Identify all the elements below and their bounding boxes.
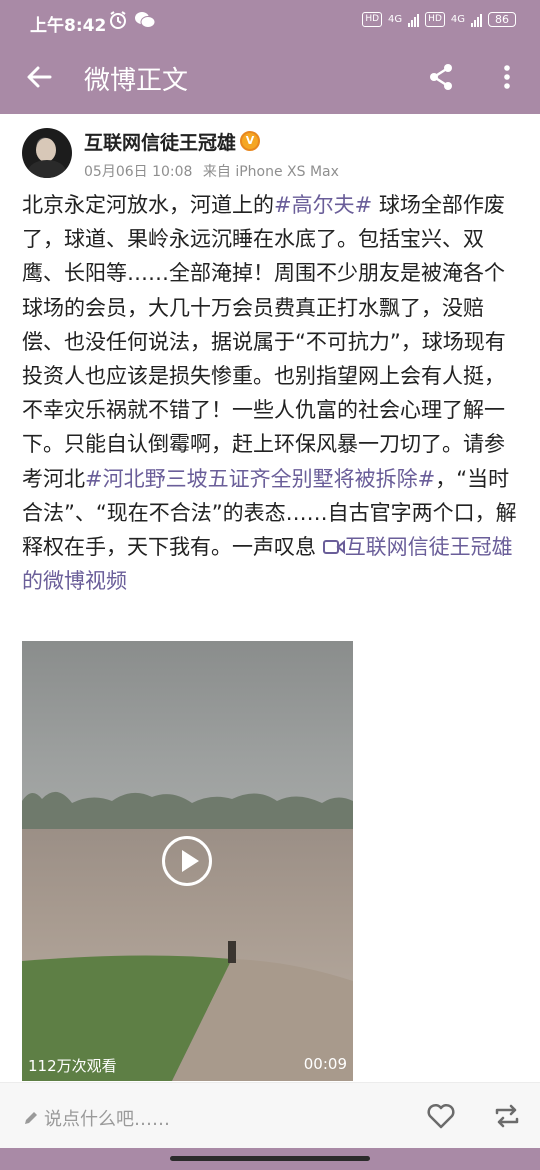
page-title: 微博正文 xyxy=(84,66,189,96)
home-indicator[interactable] xyxy=(170,1156,370,1161)
wechat-icon xyxy=(135,12,156,28)
comment-placeholder: 说点什么吧…… xyxy=(44,1109,170,1130)
bottom-bar: 说点什么吧…… xyxy=(0,1082,540,1149)
post-text: 北京永定河放水，河道上的#高尔夫# 球场全部作废了，球道、果岭永远沉睡在水底了。… xyxy=(22,188,522,598)
back-arrow-icon[interactable] xyxy=(24,62,54,92)
post-meta: 05月06日 10:08 来自 iPhone XS Max xyxy=(84,161,339,181)
network-label: 4G xyxy=(388,14,403,25)
signal-icon xyxy=(471,13,482,27)
hashtag-link[interactable]: #高尔夫# xyxy=(274,193,372,217)
post-date: 05月06日 10:08 xyxy=(84,164,193,180)
battery-icon: 86 xyxy=(488,12,516,27)
post-text-part: 球场全部作废了，球道、果岭永远沉睡在水底了。包括宝兴、双鹰、长阳等……全部淹掉！… xyxy=(22,193,506,491)
more-menu-icon[interactable] xyxy=(492,62,522,92)
hashtag-link[interactable]: #河北野三坡五证齐全别墅将被拆除# xyxy=(85,467,435,491)
system-nav-bar xyxy=(0,1148,540,1170)
post-text-part: 北京永定河放水，河道上的 xyxy=(22,193,274,217)
repost-icon[interactable] xyxy=(492,1101,522,1131)
hd-indicator: HD xyxy=(425,12,445,27)
video-duration: 00:09 xyxy=(303,1055,347,1073)
signal-icon xyxy=(408,13,420,27)
username[interactable]: 互联网信徒王冠雄 xyxy=(84,128,236,155)
avatar[interactable] xyxy=(22,128,72,178)
video-views: 112万次观看 xyxy=(28,1057,117,1075)
video-link-icon xyxy=(322,539,345,555)
play-icon[interactable] xyxy=(162,836,212,886)
app-bar: 微博正文 xyxy=(0,44,540,114)
status-bar: 上午8:42 HD 4G HD 4G 86 xyxy=(0,0,540,44)
network-label: 4G xyxy=(450,14,465,25)
verified-badge-icon: V xyxy=(240,131,260,151)
hd-indicator: HD xyxy=(362,12,383,27)
share-icon[interactable] xyxy=(426,62,456,92)
status-time: 上午8:42 xyxy=(30,16,107,36)
pencil-icon xyxy=(25,1112,37,1124)
like-heart-icon[interactable] xyxy=(426,1101,456,1131)
alarm-icon xyxy=(110,11,126,29)
post-source: 来自 iPhone XS Max xyxy=(202,164,339,180)
video-player[interactable]: 112万次观看 00:09 xyxy=(22,641,353,1081)
comment-input[interactable]: 说点什么吧…… xyxy=(22,1105,170,1131)
